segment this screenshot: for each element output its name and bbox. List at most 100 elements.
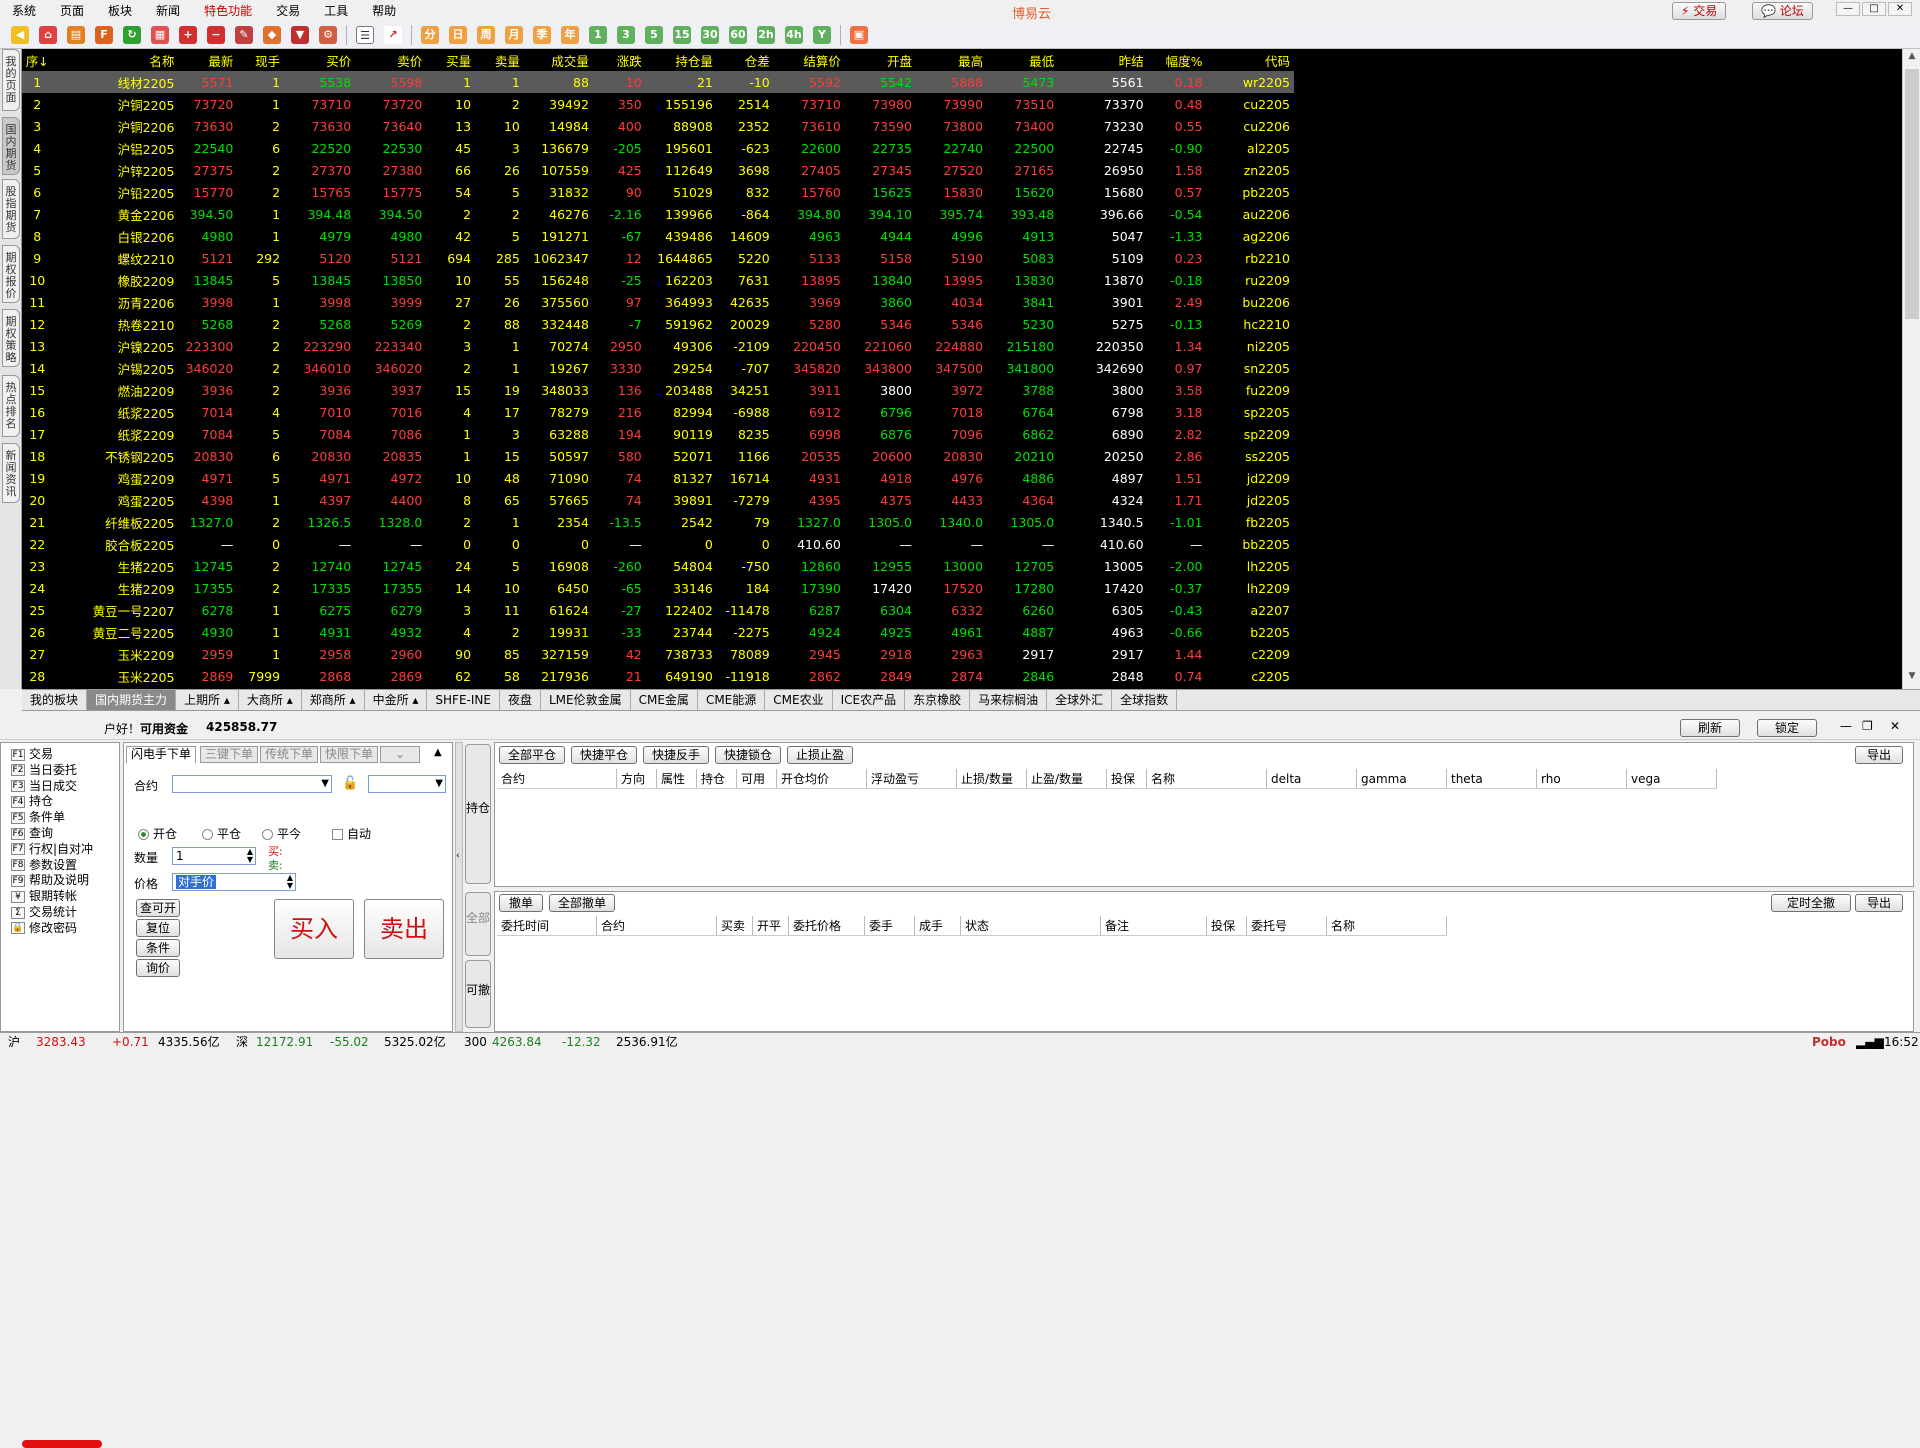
unlock-icon[interactable]: 🔓 — [342, 776, 358, 791]
table-row[interactable]: 26 黄豆二号2205 4930 1 4931 4932 4 2 19931 -33 23744 -2… — [22, 621, 1294, 643]
board-tab-1[interactable]: 国内期货主力 — [87, 690, 177, 710]
stepper-icon[interactable]: ▲ ▼ — [247, 848, 253, 864]
table-row[interactable]: 1 线材2205 5571 1 5538 5598 1 1 88 10 21 -10 5592 5542 5… — [22, 71, 1294, 93]
table-row[interactable]: 3 沪铜2206 73630 2 73630 73640 13 10 14984 400 88908… — [22, 115, 1294, 137]
board-tab-16[interactable]: 全球指数 — [1112, 690, 1178, 710]
positions-column-header[interactable]: 合约 — [497, 769, 617, 788]
period-month-icon[interactable]: 月 — [505, 26, 523, 44]
reset-button[interactable]: 复位 — [136, 919, 180, 937]
table-row[interactable]: 12 热卷2210 5268 2 5268 5269 2 88 332448 -7 591962 20… — [22, 313, 1294, 335]
tab-more-icon[interactable]: ⌄ — [380, 746, 420, 763]
table-row[interactable]: 16 纸浆2205 7014 4 7010 7016 4 17 78279 216 82994 -69… — [22, 401, 1294, 423]
quote-scrollbar[interactable]: ▲ ▼ — [1902, 49, 1920, 689]
positions-column-header[interactable]: 属性 — [657, 769, 697, 788]
column-header[interactable]: 结算价 — [774, 49, 845, 71]
column-header[interactable]: 成交量 — [524, 49, 593, 71]
tab-positions[interactable]: 持仓 — [465, 744, 491, 884]
board-tab-10[interactable]: CME能源 — [698, 690, 766, 710]
positions-column-header[interactable]: 止盈/数量 — [1027, 769, 1107, 788]
period-year-icon[interactable]: 年 — [561, 26, 579, 44]
menu-item-0[interactable]: 系统 — [0, 0, 48, 22]
positions-column-header[interactable]: 止损/数量 — [957, 769, 1027, 788]
position-action-button-0[interactable]: 全部平仓 — [499, 746, 565, 764]
trade-menu-item-0[interactable]: F1 交易 — [11, 747, 53, 761]
positions-column-header[interactable]: 可用 — [737, 769, 777, 788]
sell-button[interactable]: 卖出 — [364, 899, 444, 959]
trade-menu-item-1[interactable]: F2 当日委托 — [11, 763, 77, 777]
tab-cancelable[interactable]: 可撤 — [465, 960, 491, 1028]
board-tab-2[interactable]: 上期所 ▴ — [176, 690, 239, 710]
orders-column-header[interactable]: 名称 — [1327, 916, 1447, 935]
menu-item-5[interactable]: 交易 — [264, 0, 312, 22]
table-row[interactable]: 11 沥青2206 3998 1 3998 3999 27 26 375560 97 364993 4… — [22, 291, 1294, 313]
column-header[interactable]: 名称 — [57, 49, 179, 71]
positions-column-header[interactable]: 投保 — [1107, 769, 1147, 788]
table-row[interactable]: 4 沪铝2205 22540 6 22520 22530 45 3 136679 -205 1956… — [22, 137, 1294, 159]
condition-button[interactable]: 条件 — [136, 939, 180, 957]
trade-menu-item-5[interactable]: F6 查询 — [11, 826, 53, 840]
trade-menu-item-10[interactable]: Σ 交易统计 — [11, 905, 77, 919]
export-positions-button[interactable]: 导出 — [1855, 746, 1903, 764]
filter-icon[interactable]: ▼ — [291, 26, 309, 44]
table-row[interactable]: 28 玉米2205 2869 7999 2868 2869 62 58 217936 21 6491… — [22, 665, 1294, 687]
board-tab-11[interactable]: CME农业 — [765, 690, 833, 710]
query-openable-button[interactable]: 查可开 — [136, 899, 180, 917]
board-tab-4[interactable]: 郑商所 ▴ — [302, 690, 365, 710]
orders-column-header[interactable]: 委托时间 — [497, 916, 597, 935]
panel-restore-icon[interactable]: ❐ — [1862, 719, 1873, 733]
close-icon[interactable]: ✕ — [1888, 2, 1912, 16]
column-header[interactable]: 最高 — [916, 49, 987, 71]
home-icon[interactable]: ⌂ — [39, 26, 57, 44]
tab-traditional-order[interactable]: 传统下单 — [260, 746, 319, 763]
period-3-icon[interactable]: 3 — [617, 26, 635, 44]
table-row[interactable]: 24 生猪2209 17355 2 17335 17355 14 10 6450 -65 33146… — [22, 577, 1294, 599]
tab-three-key-order[interactable]: 三键下单 — [200, 746, 259, 763]
board-tab-15[interactable]: 全球外汇 — [1047, 690, 1113, 710]
table-row[interactable]: 7 黄金2206 394.50 1 394.48 394.50 2 2 46276 -2.16 13… — [22, 203, 1294, 225]
table-row[interactable]: 13 沪镍2205 223300 2 223290 223340 3 1 70274 2950 49… — [22, 335, 1294, 357]
orders-column-header[interactable]: 委托价格 — [789, 916, 865, 935]
side-tab-3[interactable]: 期权报价 — [2, 245, 20, 303]
auto-checkbox[interactable]: 自动 — [332, 825, 371, 842]
period-4h-icon[interactable]: 4h — [785, 26, 803, 44]
table-row[interactable]: 17 纸浆2209 7084 5 7084 7086 1 3 63288 194 90119 8235… — [22, 423, 1294, 445]
positions-column-header[interactable]: 开仓均价 — [777, 769, 867, 788]
exchange-select[interactable]: ▼ — [368, 775, 446, 793]
lock-button[interactable]: 锁定 — [1757, 719, 1817, 737]
chart-icon[interactable]: ▦ — [151, 26, 169, 44]
table-row[interactable]: 14 沪锡2205 346020 2 346010 346020 2 1 19267 3330 29… — [22, 357, 1294, 379]
orders-column-header[interactable]: 成手 — [915, 916, 961, 935]
inquiry-button[interactable]: 询价 — [136, 959, 180, 977]
trade-button[interactable]: ⚡ 交易 — [1672, 2, 1727, 20]
column-header[interactable]: 幅度% — [1148, 49, 1207, 71]
stepper-icon[interactable]: ▲ ▼ — [287, 874, 293, 890]
trend-icon[interactable]: ↗ — [384, 26, 402, 44]
table-row[interactable]: 10 橡胶2209 13845 5 13845 13850 10 55 156248 -25 162… — [22, 269, 1294, 291]
board-tab-8[interactable]: LME伦敦金属 — [541, 690, 631, 710]
trade-menu-item-4[interactable]: F5 条件单 — [11, 810, 65, 824]
position-action-button-2[interactable]: 快捷反手 — [643, 746, 709, 764]
table-row[interactable]: 18 不锈钢2205 20830 6 20830 20835 1 15 50597 580 5207… — [22, 445, 1294, 467]
orders-column-header[interactable]: 开平 — [753, 916, 789, 935]
column-header[interactable]: 卖价 — [355, 49, 426, 71]
period-season-icon[interactable]: 季 — [533, 26, 551, 44]
tab-all-orders[interactable]: 全部 — [465, 892, 491, 956]
column-header[interactable]: 开盘 — [845, 49, 916, 71]
trade-menu-item-9[interactable]: ¥ 银期转帐 — [11, 889, 77, 903]
column-header[interactable]: 买价 — [284, 49, 355, 71]
board-tab-0[interactable]: 我的板块 — [22, 690, 88, 710]
panel-close-icon[interactable]: ✕ — [1890, 719, 1900, 733]
pen-icon[interactable]: ✎ — [235, 26, 253, 44]
orders-column-header[interactable]: 投保 — [1207, 916, 1247, 935]
table-row[interactable]: 6 沪铅2205 15770 2 15765 15775 54 5 31832 90 51029 83… — [22, 181, 1294, 203]
table-row[interactable]: 20 鸡蛋2205 4398 1 4397 4400 8 65 57665 74 39891 -727… — [22, 489, 1294, 511]
price-input[interactable]: 对手价 ▲ ▼ — [172, 873, 296, 891]
chevron-left-icon[interactable]: ‹ — [456, 851, 460, 861]
panel-splitter[interactable]: ‹ — [455, 742, 463, 1032]
column-header[interactable]: 序↓ — [22, 49, 57, 71]
column-header[interactable]: 买量 — [426, 49, 475, 71]
table-row[interactable]: 15 燃油2209 3936 2 3936 3937 15 19 348033 136 203488… — [22, 379, 1294, 401]
orders-column-header[interactable]: 买卖 — [717, 916, 753, 935]
export-orders-button[interactable]: 导出 — [1855, 894, 1903, 912]
zoom-in-icon[interactable]: + — [179, 26, 197, 44]
